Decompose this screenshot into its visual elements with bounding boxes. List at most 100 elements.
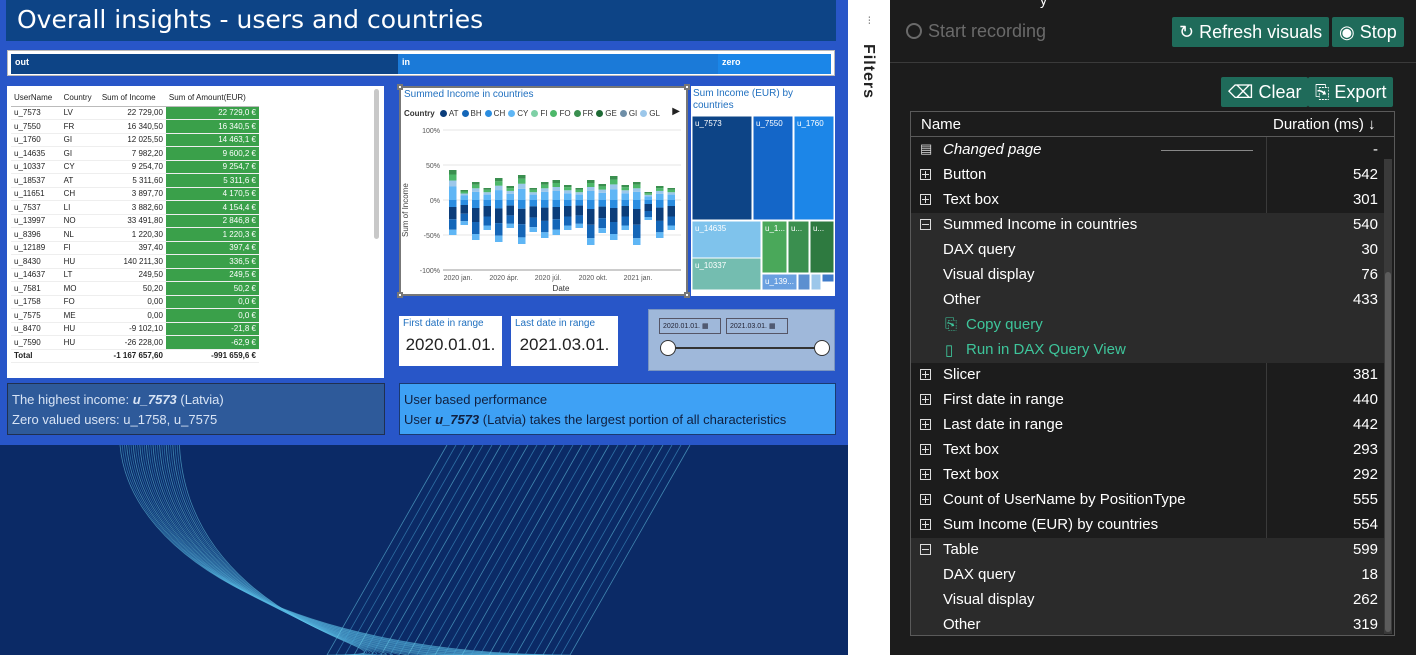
users-table-visual[interactable]: UserName Country Sum of Income Sum of Amoun… [7, 86, 384, 378]
chart-bar-segment[interactable] [667, 206, 676, 217]
chart-bar-segment[interactable] [506, 186, 515, 189]
chart-bar-segment[interactable] [610, 189, 618, 200]
chart-bar-segment[interactable] [518, 188, 526, 200]
legend-item[interactable]: AT [439, 109, 459, 118]
chart-bar-segment[interactable] [610, 208, 618, 222]
chart-bar-segment[interactable] [575, 223, 584, 228]
resize-handle-icon[interactable] [397, 84, 403, 90]
chart-bar-segment[interactable] [621, 187, 630, 191]
chart-bar-segment[interactable] [449, 200, 457, 207]
chart-bar-segment[interactable] [460, 195, 469, 201]
clear-button[interactable]: ⌫ Clear [1221, 77, 1309, 107]
legend-next-arrow-icon[interactable]: ▶ [672, 106, 680, 117]
chart-bar-segment[interactable] [449, 207, 457, 220]
grid-row[interactable]: Slicer 381 [911, 363, 1384, 388]
resize-handle-icon[interactable] [684, 84, 690, 90]
chart-bar-segment[interactable] [644, 200, 653, 204]
legend-item[interactable]: FO [550, 109, 571, 118]
chart-bar-segment[interactable] [564, 225, 572, 231]
expand-icon[interactable] [920, 194, 931, 205]
chart-bar-segment[interactable] [541, 207, 549, 221]
grid-row[interactable]: ⎘ Copy query [911, 313, 1384, 338]
chart-bar-segment[interactable] [587, 187, 595, 191]
slicer-end-handle[interactable] [814, 340, 830, 356]
chart-bar-segment[interactable] [529, 188, 538, 190]
chart-bar-segment[interactable] [644, 211, 653, 217]
expand-icon[interactable] [920, 519, 931, 530]
chart-bar-segment[interactable] [621, 185, 630, 188]
treemap-tile[interactable] [793, 115, 835, 221]
grid-row[interactable]: Last date in range 442 [911, 413, 1384, 438]
chart-bar-segment[interactable] [610, 234, 618, 240]
chart-bar-segment[interactable] [529, 206, 538, 218]
slicer-from-input[interactable]: 2020.01.01. ▦ [659, 318, 721, 334]
chart-bar-segment[interactable] [483, 189, 492, 193]
out-button[interactable]: out [11, 54, 398, 74]
grid-scroll-thumb[interactable] [1385, 272, 1391, 632]
zero-button[interactable]: zero [718, 54, 831, 74]
grid-row[interactable]: Table 599 [911, 538, 1384, 563]
table-scrollbar[interactable] [374, 89, 379, 239]
chart-bar-segment[interactable] [598, 184, 607, 187]
chart-bar-segment[interactable] [621, 225, 630, 231]
chart-bar-segment[interactable] [598, 218, 607, 229]
chart-bar-segment[interactable] [552, 200, 561, 207]
start-recording-button[interactable]: Start recording [906, 21, 1046, 42]
chart-bar-segment[interactable] [656, 200, 664, 208]
table-row[interactable]: u_12189 FI 397,40 397,4 € [11, 241, 259, 255]
chart-bar-segment[interactable] [529, 194, 538, 200]
expand-icon[interactable] [920, 394, 931, 405]
chart-bar-segment[interactable] [506, 190, 515, 194]
in-button[interactable]: in [398, 54, 718, 74]
chart-bar-segment[interactable] [598, 186, 607, 190]
chart-bar-segment[interactable] [495, 223, 503, 236]
chart-bar-segment[interactable] [541, 182, 549, 185]
chart-bar-segment[interactable] [449, 174, 457, 181]
chart-bar-segment[interactable] [610, 176, 618, 180]
chart-bar-segment[interactable] [621, 200, 630, 206]
chart-bar-segment[interactable] [495, 208, 503, 224]
table-row[interactable]: u_7573 LV 22 729,00 22 729,0 € [11, 106, 259, 120]
chart-bar-segment[interactable] [472, 200, 480, 208]
chart-bar-segment[interactable] [610, 184, 618, 190]
table-row[interactable]: u_14635 GI 7 982,20 9 600,2 € [11, 146, 259, 161]
chart-bar-segment[interactable] [621, 216, 630, 226]
chart-bar-segment[interactable] [564, 187, 572, 191]
grid-row[interactable]: Text box 293 [911, 438, 1384, 463]
chart-bar-segment[interactable] [472, 208, 480, 222]
chart-bar-segment[interactable] [495, 181, 503, 186]
chart-bar-segment[interactable] [541, 220, 549, 233]
chart-bar-segment[interactable] [575, 200, 584, 206]
chart-bar-segment[interactable] [621, 206, 630, 217]
grid-row[interactable]: Other 319 [911, 613, 1384, 635]
chart-bar-segment[interactable] [472, 182, 480, 185]
chart-bar-segment[interactable] [564, 185, 572, 188]
chart-bar-segment[interactable] [667, 200, 676, 206]
grid-row[interactable]: DAX query 18 [911, 563, 1384, 588]
chart-bar-segment[interactable] [644, 194, 653, 197]
chart-bar-segment[interactable] [541, 191, 549, 200]
chart-bar-segment[interactable] [449, 180, 457, 187]
chart-bar-segment[interactable] [449, 219, 457, 230]
chart-bar-segment[interactable] [552, 219, 561, 230]
table-column-header[interactable]: Sum of Amount(EUR) [165, 90, 259, 107]
grid-row[interactable]: Visual display 76 [911, 263, 1384, 288]
legend-item[interactable]: CY [508, 109, 528, 118]
legend-item[interactable]: GI [619, 109, 637, 118]
table-row[interactable]: u_10337 CY 9 254,70 9 254,7 € [11, 160, 259, 174]
chart-bar-segment[interactable] [644, 204, 653, 211]
chart-bar-segment[interactable] [460, 191, 469, 194]
name-column-header[interactable]: Name [921, 116, 961, 133]
slicer-start-handle[interactable] [660, 340, 676, 356]
chart-bar-segment[interactable] [633, 184, 641, 189]
refresh-visuals-button[interactable]: ↻ Refresh visuals [1172, 17, 1330, 47]
chart-bar-segment[interactable] [449, 170, 457, 175]
chart-bar-segment[interactable] [633, 200, 641, 209]
chart-bar-segment[interactable] [483, 188, 492, 190]
chart-bar-segment[interactable] [656, 232, 664, 238]
chart-bar-segment[interactable] [472, 188, 480, 192]
chart-bar-segment[interactable] [667, 194, 676, 200]
chart-bar-segment[interactable] [495, 185, 503, 191]
chart-bar-segment[interactable] [598, 206, 607, 219]
row-link[interactable]: Copy query [966, 316, 1043, 333]
